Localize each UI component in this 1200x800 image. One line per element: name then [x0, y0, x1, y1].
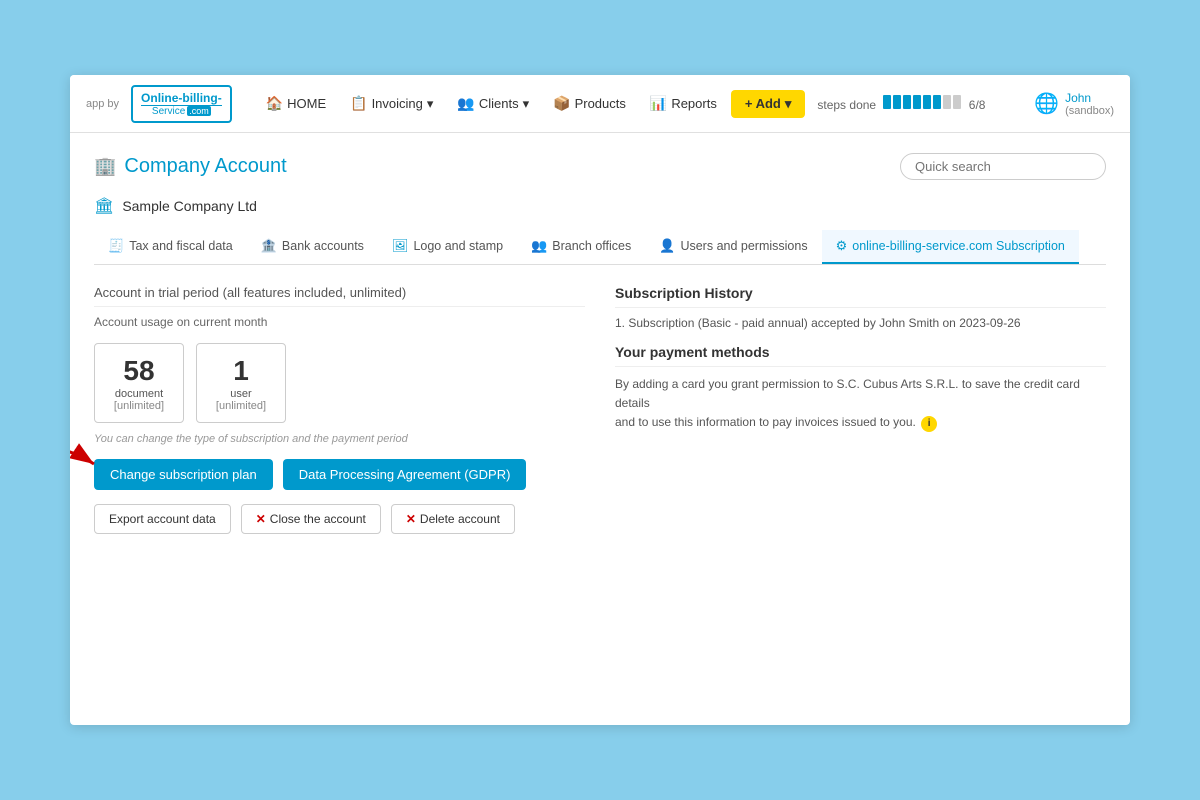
user-area[interactable]: 🌐 John (sandbox) — [1034, 91, 1114, 117]
tab-logo[interactable]: 🖼 Logo and stamp — [378, 230, 517, 264]
usage-label: Account usage on current month — [94, 315, 585, 329]
tab-tax-label: Tax and fiscal data — [129, 239, 233, 253]
nav-home-label: HOME — [287, 96, 326, 111]
nav-products-label: Products — [575, 96, 626, 111]
branch-icon: 👥 — [531, 238, 547, 254]
payment-text-2: and to use this information to pay invoi… — [615, 415, 916, 429]
delete-x-icon: ✕ — [406, 512, 416, 526]
delete-account-button[interactable]: ✕ Delete account — [391, 504, 515, 534]
tab-bank-label: Bank accounts — [282, 239, 364, 253]
tab-logo-label: Logo and stamp — [413, 239, 503, 253]
payment-text: By adding a card you grant permission to… — [615, 375, 1106, 433]
gdpr-button[interactable]: Data Processing Agreement (GDPR) — [283, 459, 527, 490]
delete-account-label: Delete account — [420, 512, 500, 526]
steps-bar — [883, 95, 961, 109]
history-item: 1. Subscription (Basic - paid annual) ac… — [615, 316, 1106, 330]
change-plan-row: Change subscription plan Data Processing… — [94, 459, 585, 490]
reports-icon: 📊 — [650, 95, 667, 112]
steps-done-label: steps done 6/8 — [817, 95, 985, 112]
stat-doc-number: 58 — [113, 354, 165, 388]
change-subscription-plan-button[interactable]: Change subscription plan — [94, 459, 273, 490]
stat-doc-sublabel: [unlimited] — [113, 400, 165, 412]
stat-user-number: 1 — [215, 354, 267, 388]
subscription-icon: ⚙ — [836, 238, 848, 254]
logo-line2: Service — [152, 106, 185, 117]
globe-icon: 🌐 — [1034, 91, 1059, 116]
clients-icon: 👥 — [457, 95, 474, 112]
nav-clients[interactable]: 👥 Clients ▾ — [447, 89, 539, 118]
action-buttons-row: Export account data ✕ Close the account … — [94, 504, 585, 534]
invoicing-chevron-icon: ▾ — [427, 96, 434, 112]
home-icon: 🏠 — [266, 95, 283, 112]
add-chevron-icon: ▾ — [785, 96, 792, 112]
nav-clients-label: Clients — [479, 96, 519, 111]
user-name: John — [1065, 91, 1114, 105]
info-icon: i — [921, 416, 937, 432]
stat-doc-label: document — [113, 388, 165, 400]
stats-row: 58 document [unlimited] 1 user [unlimite… — [94, 343, 585, 423]
nav-products[interactable]: 📦 Products — [543, 89, 636, 118]
user-sandbox: (sandbox) — [1065, 105, 1114, 117]
add-label: + Add — [745, 96, 781, 111]
nav-home[interactable]: 🏠 HOME — [256, 89, 336, 118]
quick-search-input[interactable] — [900, 153, 1106, 180]
logo-icon: 🖼 — [392, 238, 409, 254]
logo[interactable]: Online-billing- Service .com — [131, 85, 232, 123]
nav-invoicing-label: Invoicing — [372, 96, 423, 111]
page-title: 🏢 Company Account — [94, 155, 287, 178]
main-cols: Account in trial period (all features in… — [94, 285, 1106, 548]
logo-com: .com — [187, 106, 211, 116]
stat-documents: 58 document [unlimited] — [94, 343, 184, 423]
right-col: Subscription History 1. Subscription (Ba… — [615, 285, 1106, 548]
nav-reports-label: Reports — [671, 96, 717, 111]
stat-user-sublabel: [unlimited] — [215, 400, 267, 412]
tab-users-label: Users and permissions — [680, 239, 807, 253]
bank-icon: 🏦 — [261, 238, 277, 254]
payment-text-1: By adding a card you grant permission to… — [615, 377, 1080, 410]
tab-subscription-label: online-billing-service.com Subscription — [852, 239, 1065, 253]
clients-chevron-icon: ▾ — [523, 96, 530, 112]
nav-invoicing[interactable]: 📋 Invoicing ▾ — [340, 89, 443, 118]
tab-users[interactable]: 👤 Users and permissions — [645, 230, 821, 264]
tab-bank[interactable]: 🏦 Bank accounts — [247, 230, 378, 264]
stat-users: 1 user [unlimited] — [196, 343, 286, 423]
add-button[interactable]: + Add ▾ — [731, 90, 806, 118]
tab-branch-label: Branch offices — [552, 239, 631, 253]
page-title-row: 🏢 Company Account — [94, 153, 1106, 180]
company-row: 🏛 Sample Company Ltd — [94, 196, 1106, 216]
company-icon: 🏢 — [94, 156, 116, 177]
top-nav: app by Online-billing- Service .com 🏠 HO… — [70, 75, 1130, 133]
tab-tax[interactable]: 🧾 Tax and fiscal data — [94, 230, 247, 264]
company-building-icon: 🏛 — [94, 196, 114, 216]
stat-user-label: user — [215, 388, 267, 400]
red-arrow — [70, 439, 104, 489]
payment-methods-title: Your payment methods — [615, 344, 1106, 367]
users-icon: 👤 — [659, 238, 675, 254]
section-title: Account in trial period (all features in… — [94, 285, 585, 307]
steps-count: 6/8 — [969, 98, 986, 112]
logo-line1: Online-billing- — [141, 91, 222, 106]
app-by-label: app by — [86, 98, 119, 110]
close-account-button[interactable]: ✕ Close the account — [241, 504, 381, 534]
page-content: 🏢 Company Account 🏛 Sample Company Ltd 🧾… — [70, 133, 1130, 568]
nav-reports[interactable]: 📊 Reports — [640, 89, 727, 118]
hint-text: You can change the type of subscription … — [94, 433, 585, 445]
products-icon: 📦 — [553, 95, 570, 112]
close-x-icon: ✕ — [256, 512, 266, 526]
tab-subscription[interactable]: ⚙ online-billing-service.com Subscriptio… — [822, 230, 1079, 264]
page-title-text: Company Account — [124, 155, 286, 178]
tabs-row: 🧾 Tax and fiscal data 🏦 Bank accounts 🖼 … — [94, 230, 1106, 265]
close-account-label: Close the account — [270, 512, 366, 526]
tab-branch[interactable]: 👥 Branch offices — [517, 230, 645, 264]
nav-items: 🏠 HOME 📋 Invoicing ▾ 👥 Clients ▾ 📦 Produ… — [256, 89, 1026, 118]
subscription-history-title: Subscription History — [615, 285, 1106, 308]
invoicing-icon: 📋 — [350, 95, 367, 112]
export-account-data-button[interactable]: Export account data — [94, 504, 231, 534]
tax-icon: 🧾 — [108, 238, 124, 254]
left-col: Account in trial period (all features in… — [94, 285, 585, 548]
company-name: Sample Company Ltd — [122, 198, 257, 214]
